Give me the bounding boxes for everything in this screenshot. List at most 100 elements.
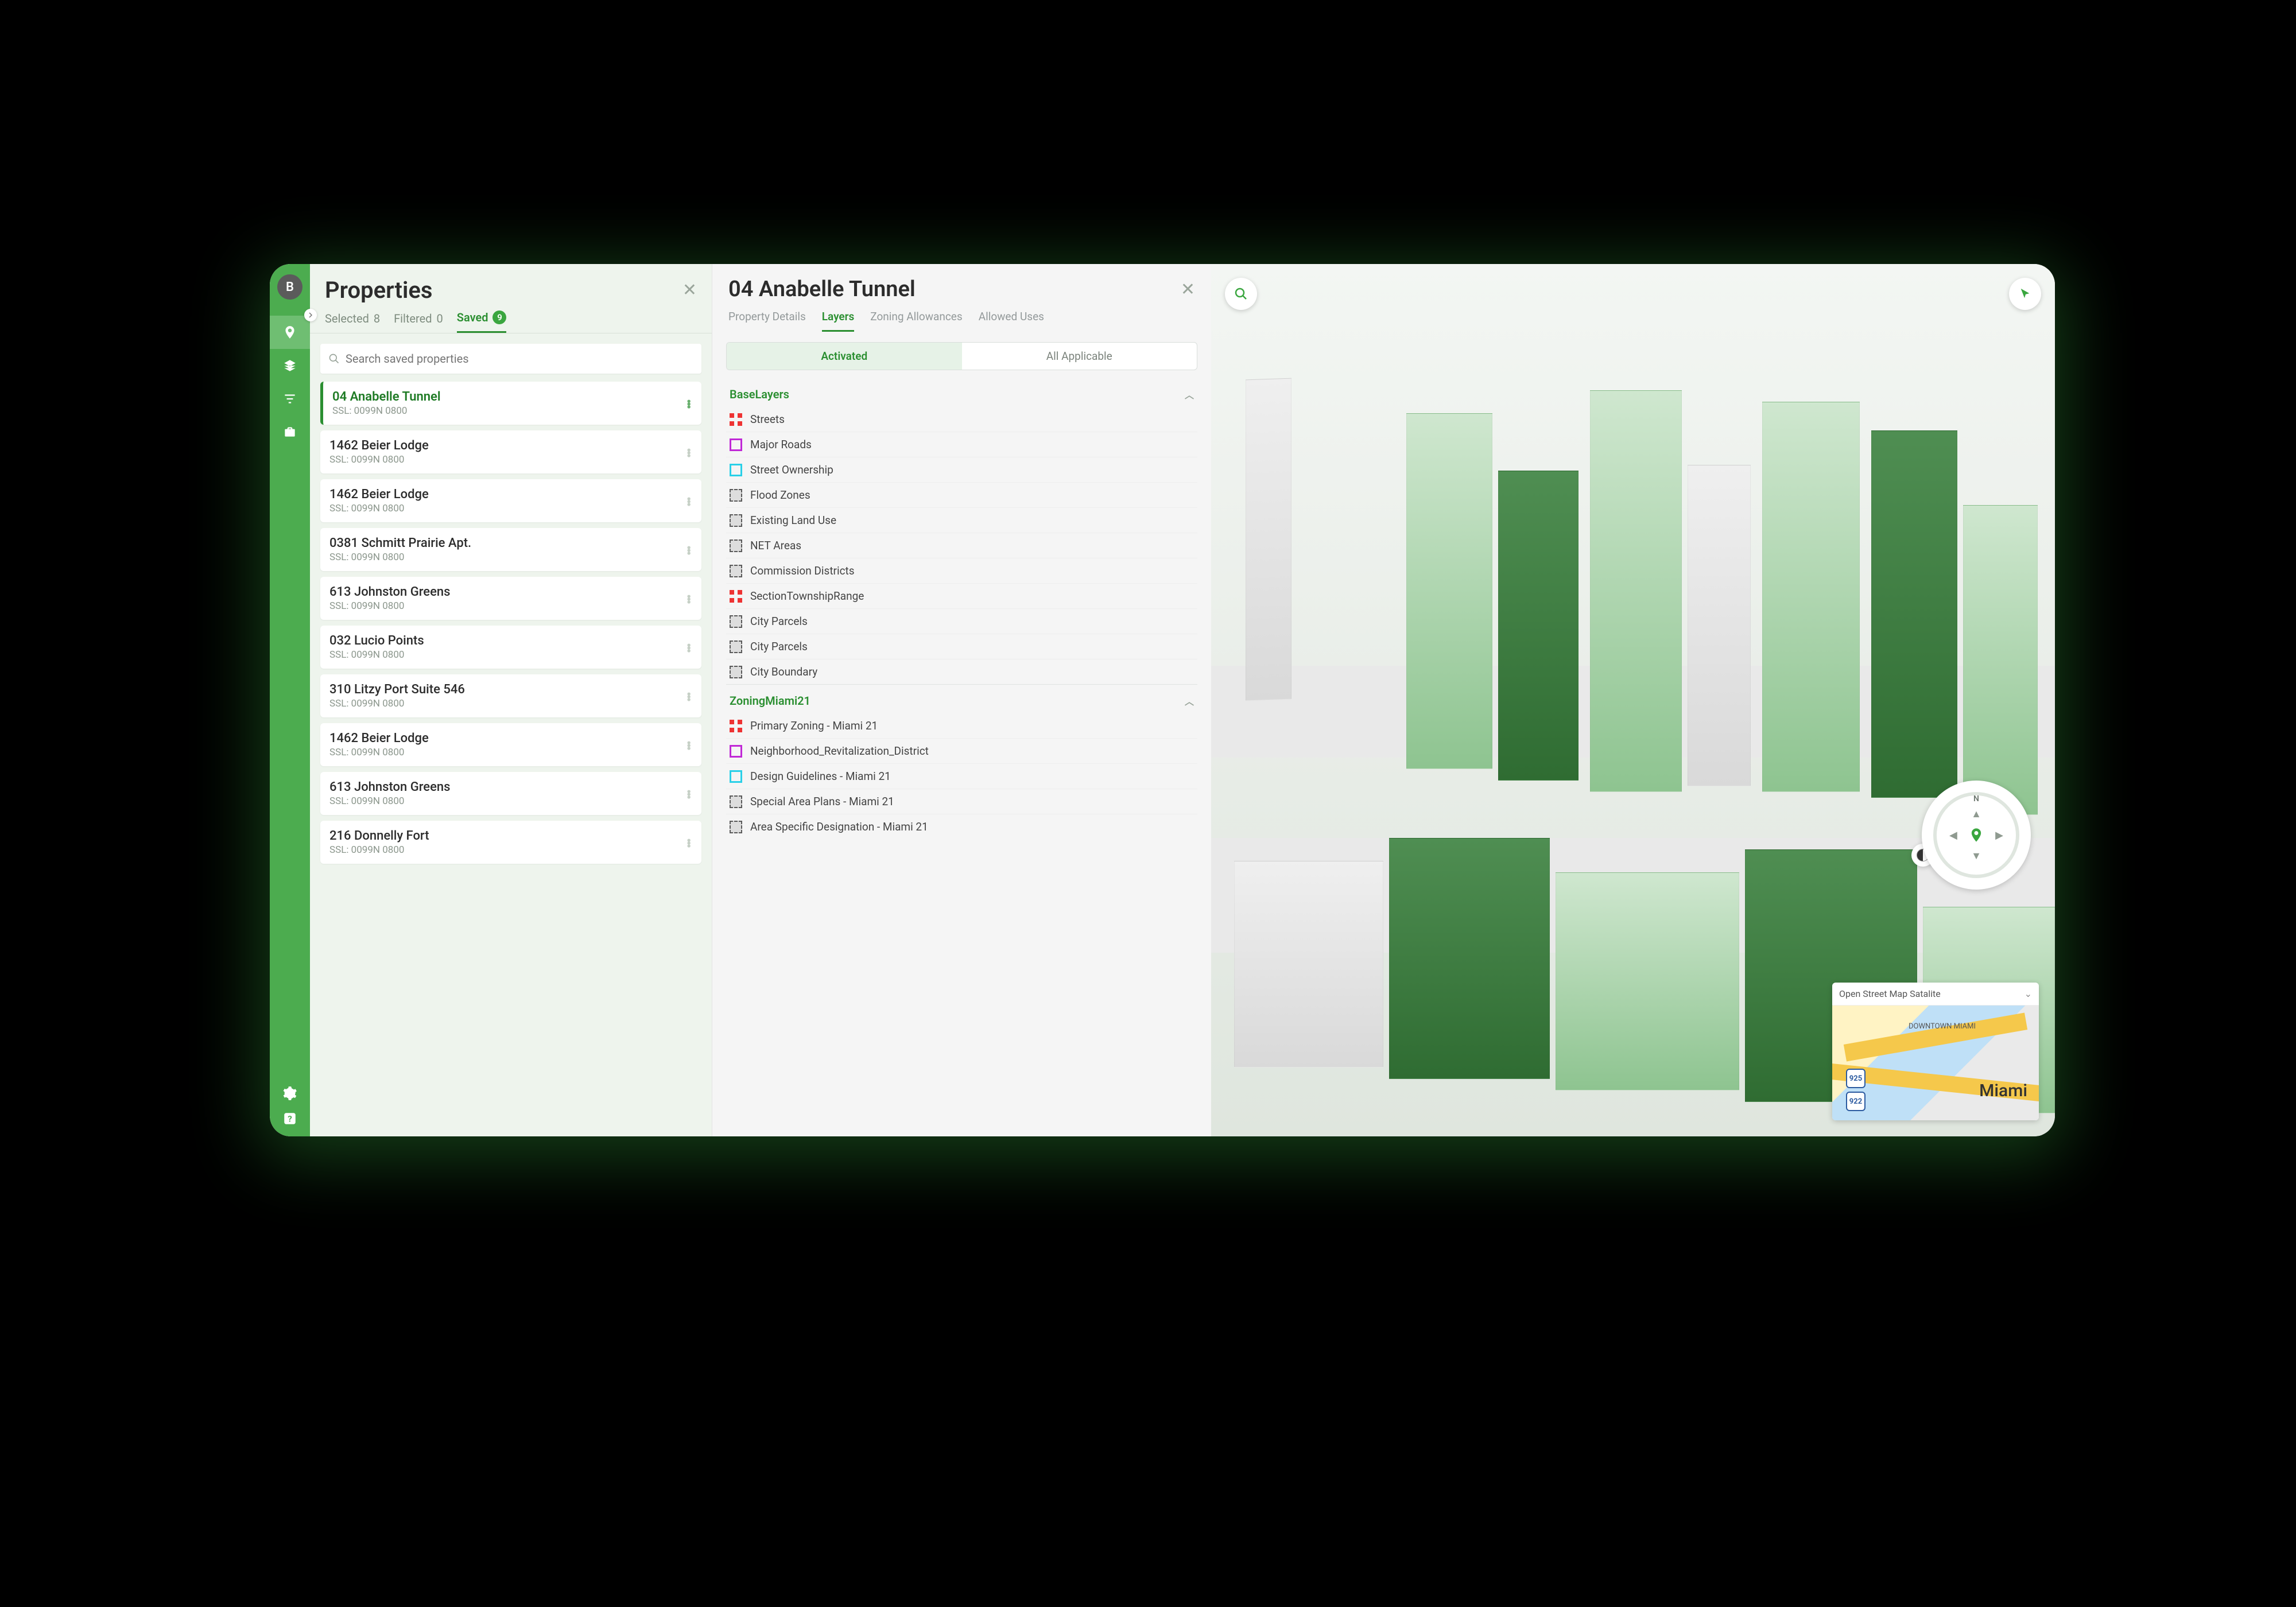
tab-selected-count: 8 [374,312,380,325]
seg-activated[interactable]: Activated [727,343,962,370]
property-list-item[interactable]: 1462 Beier LodgeSSL: 0099N 0800••• [320,430,701,473]
property-menu-button[interactable]: ••• [681,838,695,847]
layer-label: Street Ownership [750,463,833,476]
property-list-item[interactable]: 310 Litzy Port Suite 546SSL: 0099N 0800•… [320,674,701,717]
minimap-district-label: DOWNTOWN MIAMI [1909,1023,1976,1031]
tab-zoning-allowances[interactable]: Zoning Allowances [870,310,962,332]
tab-saved[interactable]: Saved 9 [457,310,507,333]
layer-swatch-icon [730,413,742,426]
nav-briefcase[interactable] [270,416,310,449]
property-menu-button[interactable]: ••• [681,448,695,456]
layer-swatch-icon [730,821,742,833]
map-compass[interactable]: N ▲ ▼ ◀ ▶ [1922,781,2031,890]
property-menu-button[interactable]: ••• [681,643,695,651]
property-list-item[interactable]: 032 Lucio PointsSSL: 0099N 0800••• [320,626,701,669]
layer-swatch-icon [730,745,742,758]
layer-label: Existing Land Use [750,514,836,527]
property-list-item[interactable]: 216 Donnelly FortSSL: 0099N 0800••• [320,821,701,864]
layer-row[interactable]: NET Areas [726,533,1197,558]
property-list-item[interactable]: 1462 Beier LodgeSSL: 0099N 0800••• [320,723,701,766]
layer-group-header[interactable]: ZoningMiami21︿ [726,684,1197,713]
search-input[interactable] [346,352,693,366]
map-building [1762,402,1860,792]
layer-label: Commission Districts [750,564,855,577]
search-saved-properties[interactable] [320,344,701,374]
seg-all-applicable[interactable]: All Applicable [962,343,1197,370]
property-name: 032 Lucio Points [329,634,424,648]
layers-list[interactable]: BaseLayers︿StreetsMajor Roads Street Owne… [712,378,1211,1136]
map-building [1246,378,1292,701]
tab-property-details[interactable]: Property Details [728,310,806,332]
property-name: 0381 Schmitt Prairie Apt. [329,536,471,550]
property-list-item[interactable]: 613 Johnston GreensSSL: 0099N 0800••• [320,577,701,620]
tab-filtered[interactable]: Filtered 0 [394,310,443,333]
nav-settings[interactable] [282,1086,297,1101]
property-menu-button[interactable]: ••• [681,740,695,749]
minimap[interactable]: Open Street Map Satalite ⌄ 925 922 DOWNT… [1832,983,2039,1120]
layer-row[interactable]: Street Ownership [726,457,1197,482]
layer-row[interactable]: Primary Zoning - Miami 21 [726,713,1197,738]
nav-help[interactable]: ? [282,1111,297,1126]
svg-text:?: ? [288,1113,292,1124]
layer-row[interactable]: Design Guidelines - Miami 21 [726,763,1197,789]
layer-row[interactable]: Area Specific Designation - Miami 21 [726,814,1197,839]
property-list-item[interactable]: 613 Johnston GreensSSL: 0099N 0800••• [320,772,701,815]
chevron-up-icon: ︿ [1185,387,1194,401]
layer-label: SectionTownshipRange [750,589,864,603]
property-menu-button[interactable]: ••• [681,692,695,700]
layer-row[interactable]: Flood Zones [726,482,1197,507]
layer-row[interactable]: City Parcels [726,608,1197,634]
map-building [1389,838,1550,1079]
expand-rail-button[interactable] [304,309,317,321]
map-search-button[interactable] [1225,278,1257,310]
compass-right-icon[interactable]: ▶ [1995,829,2003,841]
compass-left-icon[interactable]: ◀ [1949,829,1957,841]
close-properties-button[interactable]: ✕ [682,280,697,300]
property-list-item[interactable]: 04 Anabelle TunnelSSL: 0099N 0800 ••• [320,382,701,425]
property-ssl: SSL: 0099N 0800 [332,405,441,417]
minimap-image[interactable]: 925 922 DOWNTOWN MIAMI Miami [1832,1006,2039,1120]
property-detail-panel: 04 Anabelle Tunnel ✕ Property Details La… [712,264,1211,1136]
properties-list[interactable]: 04 Anabelle TunnelSSL: 0099N 0800•••1462… [310,382,712,1136]
compass-down-icon[interactable]: ▼ [1971,850,1981,862]
layer-row[interactable]: City Parcels [726,634,1197,659]
property-name: 310 Litzy Port Suite 546 [329,682,465,697]
layer-row[interactable]: Special Area Plans - Miami 21 [726,789,1197,814]
property-name: 04 Anabelle Tunnel [332,390,441,404]
map-building [1406,413,1492,769]
tab-layers[interactable]: Layers [822,310,854,332]
layer-row[interactable]: Major Roads [726,432,1197,457]
property-menu-button[interactable]: ••• [681,789,695,798]
map-building [1963,505,2038,815]
tab-selected[interactable]: Selected 8 [325,310,380,333]
layer-swatch-icon [730,720,742,732]
compass-up-icon[interactable]: ▲ [1971,808,1981,820]
property-list-item[interactable]: 1462 Beier LodgeSSL: 0099N 0800••• [320,479,701,522]
layer-row[interactable]: City Boundary [726,659,1197,684]
map-building [1688,465,1751,786]
layer-row[interactable]: SectionTownshipRange [726,583,1197,608]
map-building [1590,390,1682,792]
tab-filtered-label: Filtered [394,312,432,325]
compass-pin-icon [1968,827,1984,843]
close-detail-button[interactable]: ✕ [1181,280,1195,300]
property-menu-button[interactable]: ••• [681,594,695,603]
map-viewport[interactable]: N ▲ ▼ ◀ ▶ Open Street Map Satalite ⌄ 925… [1211,264,2055,1136]
layer-row[interactable]: Commission Districts [726,558,1197,583]
tab-allowed-uses[interactable]: Allowed Uses [979,310,1044,332]
nav-properties[interactable] [270,316,310,349]
nav-layers[interactable] [270,349,310,382]
nav-filters[interactable] [270,382,310,416]
layer-row[interactable]: Existing Land Use [726,507,1197,533]
minimap-chevron-icon[interactable]: ⌄ [2024,988,2032,999]
avatar[interactable]: B [277,274,302,300]
layer-row[interactable]: Streets [726,407,1197,432]
layer-label: City Parcels [750,615,808,628]
map-cursor-button[interactable] [2009,278,2041,310]
layer-row[interactable]: Neighborhood_Revitalization_District [726,738,1197,763]
layer-group-header[interactable]: BaseLayers︿ [726,378,1197,407]
property-menu-button[interactable]: ••• [681,399,695,407]
property-list-item[interactable]: 0381 Schmitt Prairie Apt.SSL: 0099N 0800… [320,528,701,571]
property-menu-button[interactable]: ••• [681,545,695,554]
property-menu-button[interactable]: ••• [681,496,695,505]
